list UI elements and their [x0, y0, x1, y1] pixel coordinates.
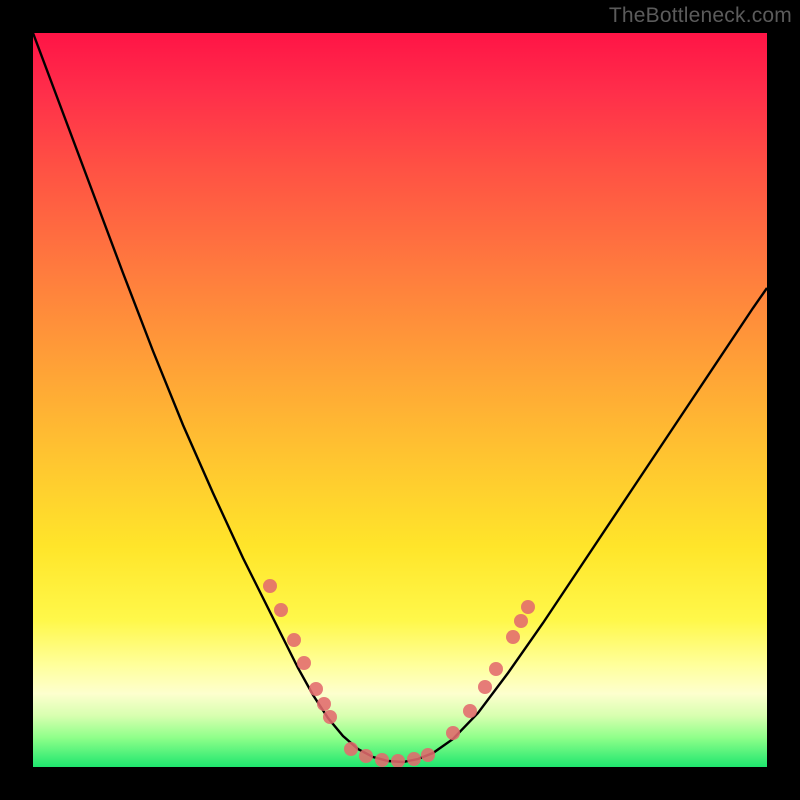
app-frame: TheBottleneck.com — [0, 0, 800, 800]
data-dot — [359, 749, 373, 763]
dot-cluster-left — [263, 579, 337, 724]
dot-cluster-bottom — [344, 742, 435, 767]
data-dot — [521, 600, 535, 614]
data-dot — [287, 633, 301, 647]
data-dot — [274, 603, 288, 617]
data-dot — [514, 614, 528, 628]
dot-cluster-right — [446, 600, 535, 740]
data-dot — [323, 710, 337, 724]
data-dot — [478, 680, 492, 694]
data-dot — [309, 682, 323, 696]
data-dot — [263, 579, 277, 593]
bottleneck-curve — [33, 33, 767, 762]
watermark-text: TheBottleneck.com — [609, 4, 792, 28]
data-dot — [489, 662, 503, 676]
data-dot — [421, 748, 435, 762]
data-dot — [446, 726, 460, 740]
data-dot — [391, 754, 405, 767]
data-dot — [506, 630, 520, 644]
gradient-plot-area — [33, 33, 767, 767]
data-dot — [317, 697, 331, 711]
data-dot — [297, 656, 311, 670]
data-dot — [407, 752, 421, 766]
data-dot — [375, 753, 389, 767]
data-dot — [344, 742, 358, 756]
bottleneck-chart-svg — [33, 33, 767, 767]
data-dot — [463, 704, 477, 718]
